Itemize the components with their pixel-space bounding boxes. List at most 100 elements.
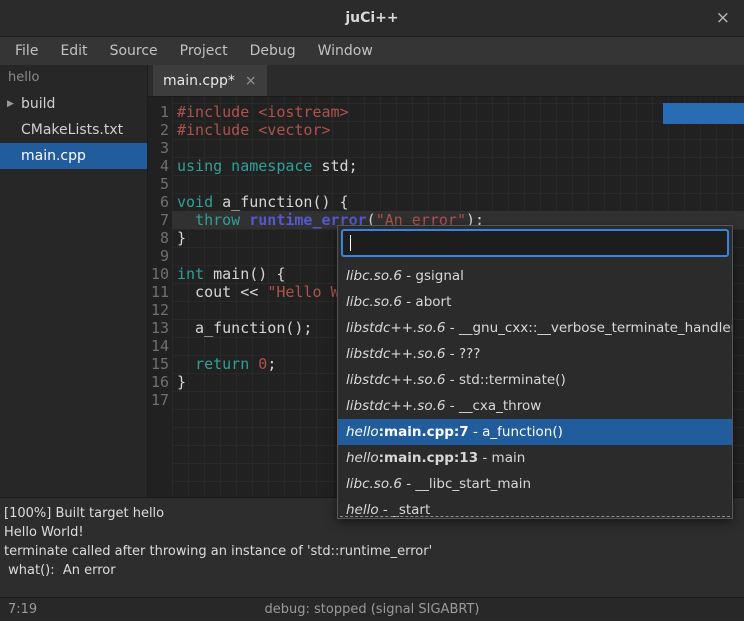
line-number[interactable]: 15 (148, 355, 172, 373)
line-number[interactable]: 10 (148, 265, 172, 283)
backtrace-item-text: libstdc++.so.6 (346, 398, 445, 414)
backtrace-item[interactable]: hello:main.cpp:7 - a_function() (338, 419, 732, 445)
line-number[interactable]: 13 (148, 319, 172, 337)
code-token: #include <vector> (177, 121, 331, 139)
tab-label: main.cpp* (163, 73, 235, 89)
tab-bar: main.cpp* × (148, 65, 744, 97)
menu-bar: FileEditSourceProjectDebugWindow (0, 37, 744, 65)
code-line[interactable] (172, 175, 744, 193)
menu-item-file[interactable]: File (4, 37, 49, 65)
code-token: 0 (258, 355, 267, 373)
tree-item-label: CMakeLists.txt (21, 117, 123, 143)
line-number[interactable]: 17 (148, 391, 172, 409)
code-token: return (195, 355, 258, 373)
status-bar: 7:19 debug: stopped (signal SIGABRT) (0, 597, 744, 621)
code-token (240, 211, 249, 229)
line-number[interactable]: 7 (148, 211, 172, 229)
menu-item-edit[interactable]: Edit (49, 37, 98, 65)
tree-item-main-cpp[interactable]: main.cpp (0, 143, 147, 169)
line-number[interactable]: 6 (148, 193, 172, 211)
code-token: std; (312, 157, 357, 175)
backtrace-item-text: - _start (379, 502, 431, 518)
backtrace-popup: libc.so.6 - gsignallibc.so.6 - abortlibs… (337, 225, 733, 519)
app-window: juCi++ × FileEditSourceProjectDebugWindo… (0, 0, 744, 621)
window-close-button[interactable]: × (712, 0, 734, 36)
popup-search-input[interactable] (343, 231, 727, 255)
line-number-gutter[interactable]: 1234567891011121314151617 (148, 97, 172, 497)
backtrace-item-text: - a_function() (469, 424, 563, 440)
line-number[interactable]: 4 (148, 157, 172, 175)
tab-main-cpp[interactable]: main.cpp* × (153, 65, 267, 96)
backtrace-item[interactable]: hello:main.cpp:13 - main (338, 445, 732, 471)
backtrace-item-text: hello (346, 424, 379, 440)
backtrace-item-text: - __gnu_cxx::__verbose_terminate_handler… (445, 320, 732, 336)
scrollbar-thumb[interactable] (663, 103, 744, 124)
code-line[interactable]: void a_function() { (172, 193, 744, 211)
tree-item-label: build (21, 91, 55, 117)
line-number[interactable]: 12 (148, 301, 172, 319)
backtrace-item[interactable]: libstdc++.so.6 - __gnu_cxx::__verbose_te… (338, 315, 732, 341)
backtrace-item-text: - gsignal (402, 268, 464, 284)
expander-icon[interactable]: ▶ (7, 91, 21, 117)
code-token: } (177, 229, 186, 247)
menu-item-debug[interactable]: Debug (239, 37, 307, 65)
backtrace-item-text: - ??? (445, 346, 480, 362)
backtrace-item-text: hello (346, 502, 379, 518)
tree-item-label: main.cpp (21, 143, 86, 169)
line-number[interactable]: 14 (148, 337, 172, 355)
backtrace-item-text: - main (478, 450, 525, 466)
output-line: terminate called after throwing an insta… (4, 542, 744, 561)
backtrace-item[interactable]: libstdc++.so.6 - __cxa_throw (338, 393, 732, 419)
code-token (177, 355, 195, 373)
line-number[interactable]: 3 (148, 139, 172, 157)
code-token: "Hello W (267, 283, 339, 301)
line-number[interactable]: 16 (148, 373, 172, 391)
backtrace-item-text: libstdc++.so.6 (346, 346, 445, 362)
line-number[interactable]: 9 (148, 247, 172, 265)
code-line[interactable]: using namespace std; (172, 157, 744, 175)
menu-item-window[interactable]: Window (307, 37, 384, 65)
text-caret (350, 235, 351, 251)
tab-close-icon[interactable]: × (245, 73, 257, 89)
debug-status: debug: stopped (signal SIGABRT) (0, 598, 744, 621)
code-line[interactable] (172, 139, 744, 157)
code-token: throw (195, 211, 240, 229)
code-token: } (177, 373, 186, 391)
backtrace-item-text: libc.so.6 (346, 476, 402, 492)
code-token: using namespace (177, 157, 312, 175)
line-number[interactable]: 11 (148, 283, 172, 301)
line-number[interactable]: 2 (148, 121, 172, 139)
file-tree: ▶buildCMakeLists.txtmain.cpp (0, 91, 147, 169)
backtrace-item-text: - __libc_start_main (402, 476, 531, 492)
backtrace-item[interactable]: libc.so.6 - abort (338, 289, 732, 315)
popup-search-field[interactable] (341, 229, 729, 257)
backtrace-item-text: libstdc++.so.6 (346, 372, 445, 388)
backtrace-item[interactable]: hello - _start (338, 497, 732, 519)
project-name-header: hello (0, 65, 147, 91)
window-title: juCi++ (345, 10, 398, 26)
tree-item-cmakelists-txt[interactable]: CMakeLists.txt (0, 117, 147, 143)
backtrace-item-text: - std::terminate() (445, 372, 565, 388)
backtrace-item-text: libstdc++.so.6 (346, 320, 445, 336)
backtrace-item-text: :main.cpp:13 (379, 450, 478, 466)
backtrace-item[interactable]: libc.so.6 - __libc_start_main (338, 471, 732, 497)
menu-item-source[interactable]: Source (99, 37, 169, 65)
code-line[interactable]: #include <vector> (172, 121, 744, 139)
backtrace-item-text: :main.cpp:7 (379, 424, 469, 440)
line-number[interactable]: 5 (148, 175, 172, 193)
code-token: cout << (177, 283, 267, 301)
backtrace-item[interactable]: libstdc++.so.6 - ??? (338, 341, 732, 367)
menu-item-project[interactable]: Project (169, 37, 239, 65)
file-tree-panel: hello ▶buildCMakeLists.txtmain.cpp (0, 65, 148, 497)
code-token: int (177, 265, 204, 283)
tree-item-build[interactable]: ▶build (0, 91, 147, 117)
line-number[interactable]: 1 (148, 103, 172, 121)
line-number[interactable]: 8 (148, 229, 172, 247)
backtrace-item[interactable]: libstdc++.so.6 - std::terminate() (338, 367, 732, 393)
code-token: #include <iostream> (177, 103, 349, 121)
backtrace-item-text: - __cxa_throw (445, 398, 541, 414)
backtrace-item[interactable]: libc.so.6 - gsignal (338, 263, 732, 289)
code-token: ; (267, 355, 276, 373)
code-line[interactable]: #include <iostream> (172, 103, 744, 121)
backtrace-list: libc.so.6 - gsignallibc.so.6 - abortlibs… (338, 263, 732, 519)
